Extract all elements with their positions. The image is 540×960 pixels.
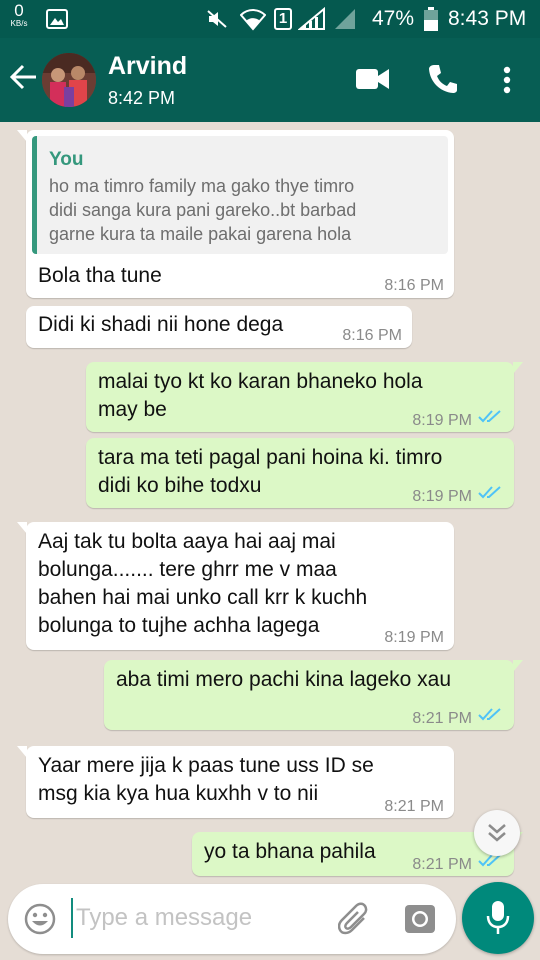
message-time: 8:21 PM [412,710,472,727]
voice-record-button[interactable] [462,882,534,954]
message-text: Bola tha tune [38,264,162,287]
message-text: malai tyo kt ko karan bhaneko hola may b… [98,370,423,421]
chat-header: Arvind 8:42 PM [0,38,540,122]
message-time: 8:16 PM [342,327,402,344]
message-text: aba timi mero pachi kina lageko xau [116,668,452,691]
text-cursor [71,898,73,938]
message-text: tara ma teti pagal pani hoina ki. timro … [98,446,443,497]
read-receipt-icon [478,410,501,423]
bubble-tail [513,362,523,374]
message-text: Aaj tak tu bolta aaya hai aaj mai bolung… [38,530,368,637]
bubble-tail [17,522,27,534]
data-speed-value: 0 [14,1,24,20]
message-outgoing[interactable]: yo ta bhana pahila 8:21 PM [192,832,523,876]
more-vert-icon[interactable] [502,66,512,94]
bubble-tail [17,130,27,142]
signal-secondary-icon [335,9,355,29]
bubble-tail [17,746,27,758]
video-call-icon[interactable] [356,68,390,90]
message-time: 8:19 PM [384,629,444,646]
signal-icon [298,7,325,30]
quoted-author: You [49,149,84,170]
message-time: 8:21 PM [412,856,472,873]
message-outgoing[interactable]: aba timi mero pachi kina lageko xau 8:21… [104,660,523,730]
message-incoming[interactable]: Aaj tak tu bolta aaya hai aaj mai bolung… [17,522,454,650]
avatar[interactable] [42,53,96,107]
contact-last-seen: 8:42 PM [108,88,176,108]
sim-slot-indicator: 1 [274,8,292,30]
message-time: 8:16 PM [384,277,444,294]
message-input[interactable]: Type a message [76,904,252,932]
message-text: Yaar mere jija k paas tune uss ID se msg… [38,754,374,805]
message-incoming[interactable]: You ho ma timro family ma gako thye timr… [17,130,454,298]
attachment-icon[interactable] [338,902,370,936]
contact-name[interactable]: Arvind [108,52,187,81]
gallery-notification-icon [46,9,68,29]
status-bar: 0 KB/s 1 47% 8:43 PM [0,0,540,38]
arrow-back-icon[interactable] [10,64,38,90]
data-speed-unit: KB/s [10,19,28,28]
quoted-text: ho ma timro family ma gako thye timro di… [49,176,357,244]
message-outgoing[interactable]: malai tyo kt ko karan bhaneko hola may b… [86,362,523,432]
chevron-double-down-icon [488,824,506,842]
message-composer: Type a message [8,884,456,954]
emoji-icon[interactable] [24,903,56,935]
mic-icon [486,901,510,934]
battery-percent: 47% [372,7,415,30]
scroll-to-bottom-button[interactable] [474,810,520,856]
read-receipt-icon [478,486,501,499]
message-incoming[interactable]: Didi ki shadi nii hone dega 8:16 PM [26,306,412,348]
data-speed-indicator: 0 KB/s [8,2,30,28]
message-text: yo ta bhana pahila [204,840,376,863]
camera-icon[interactable] [404,904,436,934]
wifi-icon [240,9,266,31]
message-text: Didi ki shadi nii hone dega [38,313,284,336]
message-incoming[interactable]: Yaar mere jija k paas tune uss ID se msg… [17,746,454,818]
phone-call-icon[interactable] [428,64,458,94]
avatar-photo [42,53,96,107]
battery-icon [424,7,438,31]
message-outgoing[interactable]: tara ma teti pagal pani hoina ki. timro … [86,438,514,508]
bubble-tail [513,660,523,672]
message-time: 8:21 PM [384,798,444,815]
quoted-reply[interactable]: You ho ma timro family ma gako thye timr… [32,136,448,254]
message-time: 8:19 PM [412,412,472,429]
message-list[interactable]: You ho ma timro family ma gako thye timr… [0,122,540,880]
read-receipt-icon [478,708,501,721]
clock: 8:43 PM [448,7,527,30]
mute-icon [207,10,227,28]
message-time: 8:19 PM [412,488,472,505]
